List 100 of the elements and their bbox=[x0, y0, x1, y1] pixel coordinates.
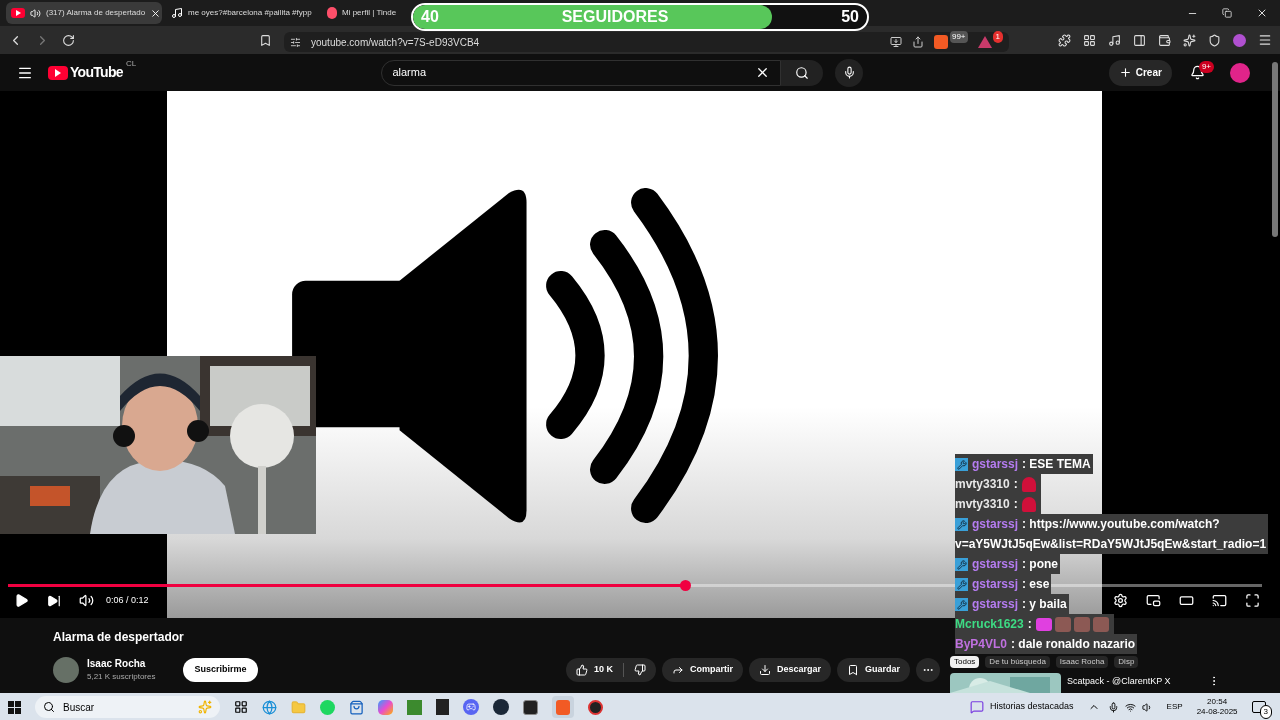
filter-chip[interactable]: Isaac Rocha bbox=[1055, 656, 1109, 668]
action-button[interactable]: Descargar bbox=[748, 657, 831, 682]
app-icon[interactable] bbox=[523, 699, 538, 715]
shield-outline-icon[interactable] bbox=[1208, 33, 1221, 47]
like-button[interactable]: 10 K bbox=[565, 657, 656, 682]
network-icon[interactable] bbox=[1124, 701, 1136, 713]
subscribe-button[interactable]: Suscribirme bbox=[183, 657, 258, 682]
site-settings-icon[interactable] bbox=[290, 36, 301, 48]
browser-tab[interactable]: me oyes?#barcelona #pailita #fypp bbox=[166, 2, 318, 24]
restore-icon[interactable] bbox=[1222, 8, 1232, 18]
filter-chip[interactable]: Disp bbox=[1114, 656, 1139, 668]
install-icon[interactable] bbox=[889, 36, 902, 48]
chat-username: gstarssj bbox=[972, 557, 1019, 571]
clock-date[interactable]: 24-08-2025 bbox=[1196, 707, 1238, 717]
sidebar-icon[interactable] bbox=[1133, 33, 1146, 47]
video-title: Alarma de despertador bbox=[53, 629, 185, 646]
chat-app-icon[interactable] bbox=[463, 699, 479, 715]
store-icon[interactable] bbox=[349, 699, 364, 715]
emote-icon bbox=[1092, 617, 1109, 633]
alert-count: 1 bbox=[992, 31, 1003, 43]
miniplayer-icon[interactable] bbox=[1146, 593, 1161, 608]
download-icon bbox=[758, 663, 771, 676]
progress-thumb[interactable] bbox=[680, 580, 692, 591]
like-icon bbox=[575, 663, 588, 676]
task-view-icon[interactable] bbox=[234, 700, 248, 714]
microphone-icon[interactable] bbox=[1107, 701, 1119, 713]
sparkle-icon bbox=[198, 700, 212, 714]
settings-icon[interactable] bbox=[1113, 593, 1128, 608]
bookmark-icon bbox=[847, 663, 859, 676]
block-icon[interactable] bbox=[407, 699, 422, 715]
play-icon[interactable] bbox=[14, 593, 29, 608]
volume-icon[interactable] bbox=[79, 593, 94, 608]
record-icon[interactable] bbox=[588, 699, 603, 715]
play-logo-icon bbox=[11, 8, 25, 18]
subscriber-count: 5,21 K suscriptores bbox=[87, 671, 156, 683]
browser-tab[interactable]: Mi perfil | Tinde bbox=[322, 2, 402, 24]
volume-icon[interactable] bbox=[1141, 701, 1153, 713]
search-button[interactable] bbox=[781, 59, 824, 86]
action-button[interactable]: Guardar bbox=[837, 657, 910, 682]
extensions-icon[interactable] bbox=[1058, 33, 1071, 47]
goal-label: SEGUIDORES bbox=[561, 7, 669, 27]
menu-icon[interactable] bbox=[1258, 33, 1272, 47]
wallet-icon[interactable] bbox=[1158, 33, 1171, 47]
cast-icon[interactable] bbox=[1212, 593, 1227, 608]
voice-search-button[interactable] bbox=[835, 58, 864, 87]
browser-tab[interactable]: (317) Alarma de despertado bbox=[6, 2, 162, 24]
filter-chip[interactable]: De tu búsqueda bbox=[985, 656, 1050, 668]
grid-icon[interactable] bbox=[1083, 33, 1096, 47]
channel-avatar[interactable] bbox=[53, 656, 79, 683]
language-indicator[interactable]: ESP bbox=[1166, 701, 1183, 713]
notification-count: 3 bbox=[1259, 705, 1272, 719]
music-icon[interactable] bbox=[1108, 33, 1121, 47]
tab-title: (317) Alarma de despertado bbox=[46, 7, 146, 19]
clock-time[interactable]: 20:54 bbox=[1207, 697, 1228, 707]
filter-chip[interactable]: Todos bbox=[950, 656, 980, 668]
chat-message: : https://www.youtube.com/watch? bbox=[1022, 517, 1220, 531]
chat-message: : dale ronaldo nazario bbox=[1011, 637, 1136, 651]
close-icon[interactable] bbox=[150, 7, 162, 19]
share-icon[interactable] bbox=[911, 36, 924, 48]
theater-icon[interactable] bbox=[1179, 593, 1194, 608]
microphone-icon bbox=[842, 66, 856, 79]
avatar[interactable] bbox=[1230, 62, 1250, 83]
notification-count: 9+ bbox=[1198, 60, 1214, 73]
play-logo-icon[interactable] bbox=[48, 65, 68, 80]
create-button[interactable]: Crear bbox=[1108, 59, 1172, 86]
chat-message: : ESE TEMA bbox=[1022, 457, 1091, 471]
search-icon bbox=[795, 65, 810, 80]
chat-message: : bbox=[1013, 497, 1018, 511]
sparkle-icon[interactable] bbox=[1183, 33, 1196, 47]
news-icon[interactable] bbox=[970, 700, 985, 714]
profile-icon[interactable] bbox=[1233, 33, 1246, 47]
chat-message: : bbox=[1013, 477, 1018, 491]
video-title[interactable]: Scatpack - @ClarentKP X bbox=[1067, 675, 1202, 689]
logo-wordmark[interactable]: YouTube bbox=[70, 62, 123, 83]
chat-username: gstarssj bbox=[972, 597, 1019, 611]
fullscreen-icon[interactable] bbox=[1245, 593, 1260, 608]
globe-icon[interactable] bbox=[262, 699, 277, 715]
tab-title: me oyes?#barcelona #pailita #fypp bbox=[188, 7, 313, 19]
emote-icon bbox=[1035, 618, 1052, 632]
chat-message: : bbox=[1027, 617, 1032, 631]
emote-icon bbox=[1054, 617, 1071, 633]
chat-username: gstarssj bbox=[972, 577, 1019, 591]
windows-start-icon[interactable] bbox=[8, 700, 21, 714]
flame-icon bbox=[327, 7, 337, 19]
reload-icon[interactable] bbox=[62, 33, 75, 47]
taskbar-search-field[interactable]: Buscar bbox=[35, 696, 220, 718]
news-label[interactable]: Historias destacadas bbox=[990, 700, 1074, 714]
channel-name[interactable]: Isaac Rocha bbox=[87, 656, 156, 671]
search-icon bbox=[43, 701, 55, 713]
address-field[interactable]: youtube.com/watch?v=7S-eD93VCB4 99+ 1 bbox=[284, 32, 1009, 52]
next-icon[interactable] bbox=[47, 593, 61, 608]
siren-emote-icon bbox=[1021, 497, 1036, 513]
chat-username: mvty3310 bbox=[955, 477, 1010, 491]
bookmark-icon[interactable] bbox=[259, 33, 272, 47]
chat-message: : pone bbox=[1022, 557, 1059, 571]
close-icon[interactable] bbox=[1256, 7, 1268, 19]
action-button[interactable]: Compartir bbox=[661, 657, 743, 682]
region-code: CL bbox=[125, 58, 137, 70]
dislike-icon[interactable] bbox=[633, 663, 646, 676]
url-text: youtube.com/watch?v=7S-eD93VCB4 bbox=[311, 35, 480, 50]
